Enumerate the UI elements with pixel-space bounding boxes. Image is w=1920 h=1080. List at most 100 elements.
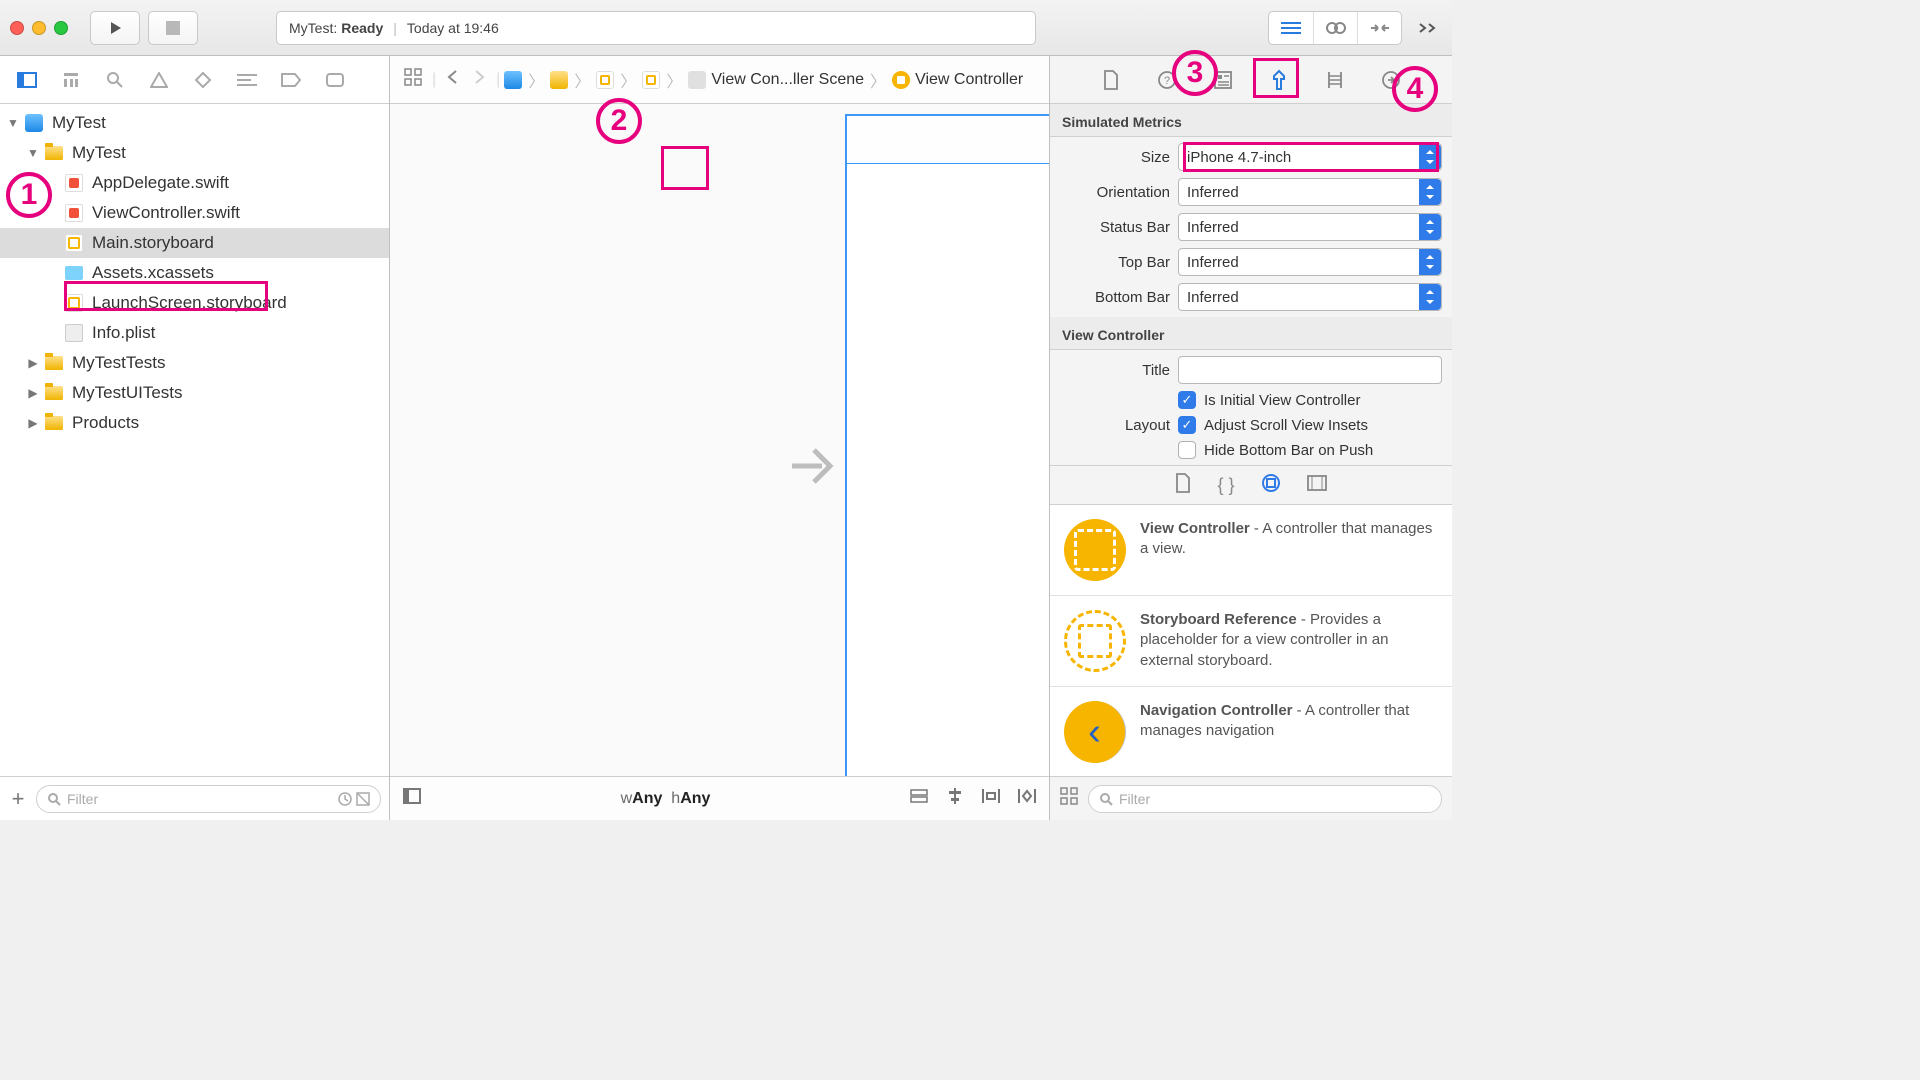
initial-vc-arrow-icon bbox=[790, 444, 840, 491]
clock-icon[interactable] bbox=[338, 792, 352, 806]
statusbar-select[interactable]: Inferred bbox=[1178, 213, 1442, 241]
find-navigator-tab[interactable] bbox=[96, 62, 134, 98]
tree-file-infoplist[interactable]: Info.plist bbox=[0, 318, 389, 348]
inspector-body: Simulated Metrics Size iPhone 4.7-inch O… bbox=[1050, 104, 1452, 776]
library-item-storyboard-reference[interactable]: Storyboard Reference - Provides a placeh… bbox=[1050, 596, 1452, 687]
size-inspector-tab[interactable] bbox=[1316, 62, 1354, 98]
minimize-window-button[interactable] bbox=[32, 21, 46, 35]
tree-file-assets[interactable]: Assets.xcassets bbox=[0, 258, 389, 288]
symbol-navigator-tab[interactable] bbox=[52, 62, 90, 98]
media-library-tab[interactable] bbox=[1307, 475, 1327, 496]
filter-icon bbox=[47, 792, 61, 806]
assistant-editor-button[interactable] bbox=[1313, 12, 1357, 44]
navigation-controller-thumb-icon: ‹ bbox=[1064, 701, 1126, 763]
identity-inspector-tab[interactable] bbox=[1204, 62, 1242, 98]
issue-navigator-tab[interactable] bbox=[140, 62, 178, 98]
hide-bottom-checkbox[interactable] bbox=[1178, 441, 1196, 459]
filter-icon bbox=[1099, 792, 1113, 806]
bottombar-label: Bottom Bar bbox=[1060, 289, 1178, 306]
canvas-bottom-bar: wAny hAny bbox=[390, 776, 1049, 820]
view-controller-scene[interactable] bbox=[845, 114, 1049, 776]
project-tree[interactable]: ▼MyTest ▼MyTest AppDelegate.swift ViewCo… bbox=[0, 104, 389, 776]
pin-button[interactable] bbox=[979, 788, 1003, 809]
title-input[interactable] bbox=[1178, 356, 1442, 384]
library-item-viewcontroller[interactable]: View Controller - A controller that mana… bbox=[1050, 505, 1452, 596]
crumb-scene[interactable]: View Con...ller Scene bbox=[688, 71, 864, 89]
close-window-button[interactable] bbox=[10, 21, 24, 35]
report-navigator-tab[interactable] bbox=[316, 62, 354, 98]
quick-help-tab[interactable]: ? bbox=[1148, 62, 1186, 98]
version-editor-button[interactable] bbox=[1357, 12, 1401, 44]
topbar-select[interactable]: Inferred bbox=[1178, 248, 1442, 276]
inspector-pane: ? Simulated Metrics Size iPhone 4.7-inch… bbox=[1050, 56, 1452, 820]
crumb-project[interactable] bbox=[504, 71, 522, 89]
debug-navigator-tab[interactable] bbox=[228, 62, 266, 98]
tree-group-tests[interactable]: ▶MyTestTests bbox=[0, 348, 389, 378]
breakpoint-navigator-tab[interactable] bbox=[272, 62, 310, 98]
orientation-select[interactable]: Inferred bbox=[1178, 178, 1442, 206]
library-tabs: { } bbox=[1050, 465, 1452, 505]
code-snippet-library-tab[interactable]: { } bbox=[1217, 475, 1234, 496]
test-navigator-tab[interactable] bbox=[184, 62, 222, 98]
topbar-label: Top Bar bbox=[1060, 254, 1178, 271]
statusbar-label: Status Bar bbox=[1060, 219, 1178, 236]
crumb-base[interactable] bbox=[642, 71, 660, 89]
standard-editor-button[interactable] bbox=[1269, 12, 1313, 44]
back-button[interactable] bbox=[440, 65, 464, 94]
connections-inspector-tab[interactable] bbox=[1372, 62, 1410, 98]
size-class-control[interactable]: wAny hAny bbox=[621, 790, 711, 808]
tree-file-viewcontroller[interactable]: ViewController.swift bbox=[0, 198, 389, 228]
crumb-file[interactable] bbox=[596, 71, 614, 89]
library-filter-input[interactable]: Filter bbox=[1088, 785, 1442, 813]
document-outline-toggle[interactable] bbox=[400, 788, 424, 809]
size-label: Size bbox=[1060, 149, 1178, 166]
library-view-mode-button[interactable] bbox=[1060, 787, 1078, 810]
simulated-metrics-header: Simulated Metrics bbox=[1050, 104, 1452, 137]
adjust-insets-checkbox[interactable]: ✓ bbox=[1178, 416, 1196, 434]
status-time: Today at 19:46 bbox=[407, 20, 499, 36]
traffic-lights bbox=[10, 21, 68, 35]
stack-button[interactable] bbox=[907, 788, 931, 809]
attributes-inspector-tab[interactable] bbox=[1260, 62, 1298, 98]
add-button[interactable]: + bbox=[8, 786, 28, 812]
tree-group-products[interactable]: ▶Products bbox=[0, 408, 389, 438]
crumb-group[interactable] bbox=[550, 71, 568, 89]
stop-button[interactable] bbox=[148, 11, 198, 45]
tree-file-launchscreen[interactable]: LaunchScreen.storyboard bbox=[0, 288, 389, 318]
project-navigator-tab[interactable] bbox=[8, 62, 46, 98]
tree-group-uitests[interactable]: ▶MyTestUITests bbox=[0, 378, 389, 408]
activity-status[interactable]: MyTest: Ready | Today at 19:46 bbox=[276, 11, 1036, 45]
storyboard-canvas[interactable] bbox=[390, 104, 1049, 776]
bottombar-select[interactable]: Inferred bbox=[1178, 283, 1442, 311]
align-button[interactable] bbox=[943, 788, 967, 809]
forward-button[interactable] bbox=[468, 65, 492, 94]
object-library-tab[interactable] bbox=[1261, 473, 1281, 498]
run-button[interactable] bbox=[90, 11, 140, 45]
file-template-library-tab[interactable] bbox=[1175, 473, 1191, 498]
related-items-button[interactable] bbox=[398, 64, 428, 95]
library-bottom-bar: Filter bbox=[1050, 776, 1452, 820]
inspector-tabs: ? bbox=[1050, 56, 1452, 104]
scene-dock bbox=[845, 114, 1049, 164]
tree-file-main-storyboard[interactable]: Main.storyboard bbox=[0, 228, 389, 258]
tree-file-appdelegate[interactable]: AppDelegate.swift bbox=[0, 168, 389, 198]
navigator-filter-input[interactable]: Filter bbox=[36, 785, 381, 813]
tree-group[interactable]: ▼MyTest bbox=[0, 138, 389, 168]
crumb-viewcontroller[interactable]: View Controller bbox=[892, 71, 1023, 89]
status-state: Ready bbox=[341, 20, 383, 36]
navigator-bottom-bar: + Filter bbox=[0, 776, 389, 820]
storyboard-reference-thumb-icon bbox=[1064, 610, 1126, 672]
toolbar-overflow-button[interactable] bbox=[1412, 11, 1442, 45]
navigator-pane: ▼MyTest ▼MyTest AppDelegate.swift ViewCo… bbox=[0, 56, 390, 820]
window-toolbar: MyTest: Ready | Today at 19:46 bbox=[0, 0, 1452, 56]
scm-filter-icon[interactable] bbox=[356, 792, 370, 806]
editor-pane: | | 〉 〉 〉 〉 View Con...ller Scene〉 View … bbox=[390, 56, 1050, 820]
file-inspector-tab[interactable] bbox=[1092, 62, 1130, 98]
initial-vc-checkbox[interactable]: ✓ bbox=[1178, 391, 1196, 409]
resolve-issues-button[interactable] bbox=[1015, 788, 1039, 809]
svg-text:?: ? bbox=[1164, 75, 1170, 87]
library-item-navigation-controller[interactable]: ‹ Navigation Controller - A controller t… bbox=[1050, 687, 1452, 776]
zoom-window-button[interactable] bbox=[54, 21, 68, 35]
size-select[interactable]: iPhone 4.7-inch bbox=[1178, 143, 1442, 171]
tree-project-root[interactable]: ▼MyTest bbox=[0, 108, 389, 138]
